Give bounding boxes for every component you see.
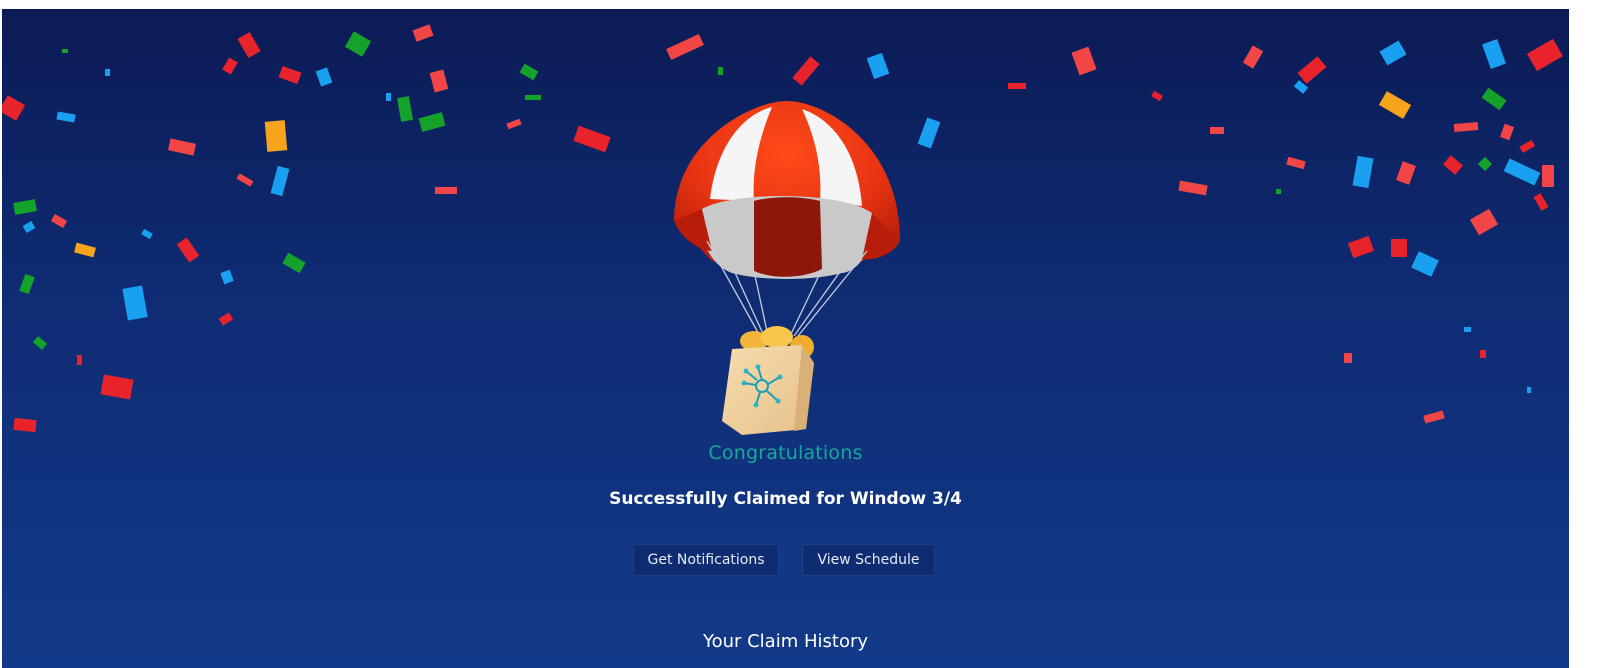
claim-history-heading: Your Claim History bbox=[702, 631, 869, 652]
get-notifications-button[interactable]: Get Notifications bbox=[633, 544, 779, 576]
view-schedule-button[interactable]: View Schedule bbox=[802, 544, 935, 576]
claim-status-message: Successfully Claimed for Window 3/4 bbox=[609, 489, 962, 509]
claim-success-content: Congratulations Successfully Claimed for… bbox=[2, 9, 1569, 668]
parachute-airdrop-bag-icon bbox=[674, 101, 900, 435]
claim-success-panel: Congratulations Successfully Claimed for… bbox=[2, 9, 1569, 668]
congratulations-title: Congratulations bbox=[708, 442, 863, 464]
